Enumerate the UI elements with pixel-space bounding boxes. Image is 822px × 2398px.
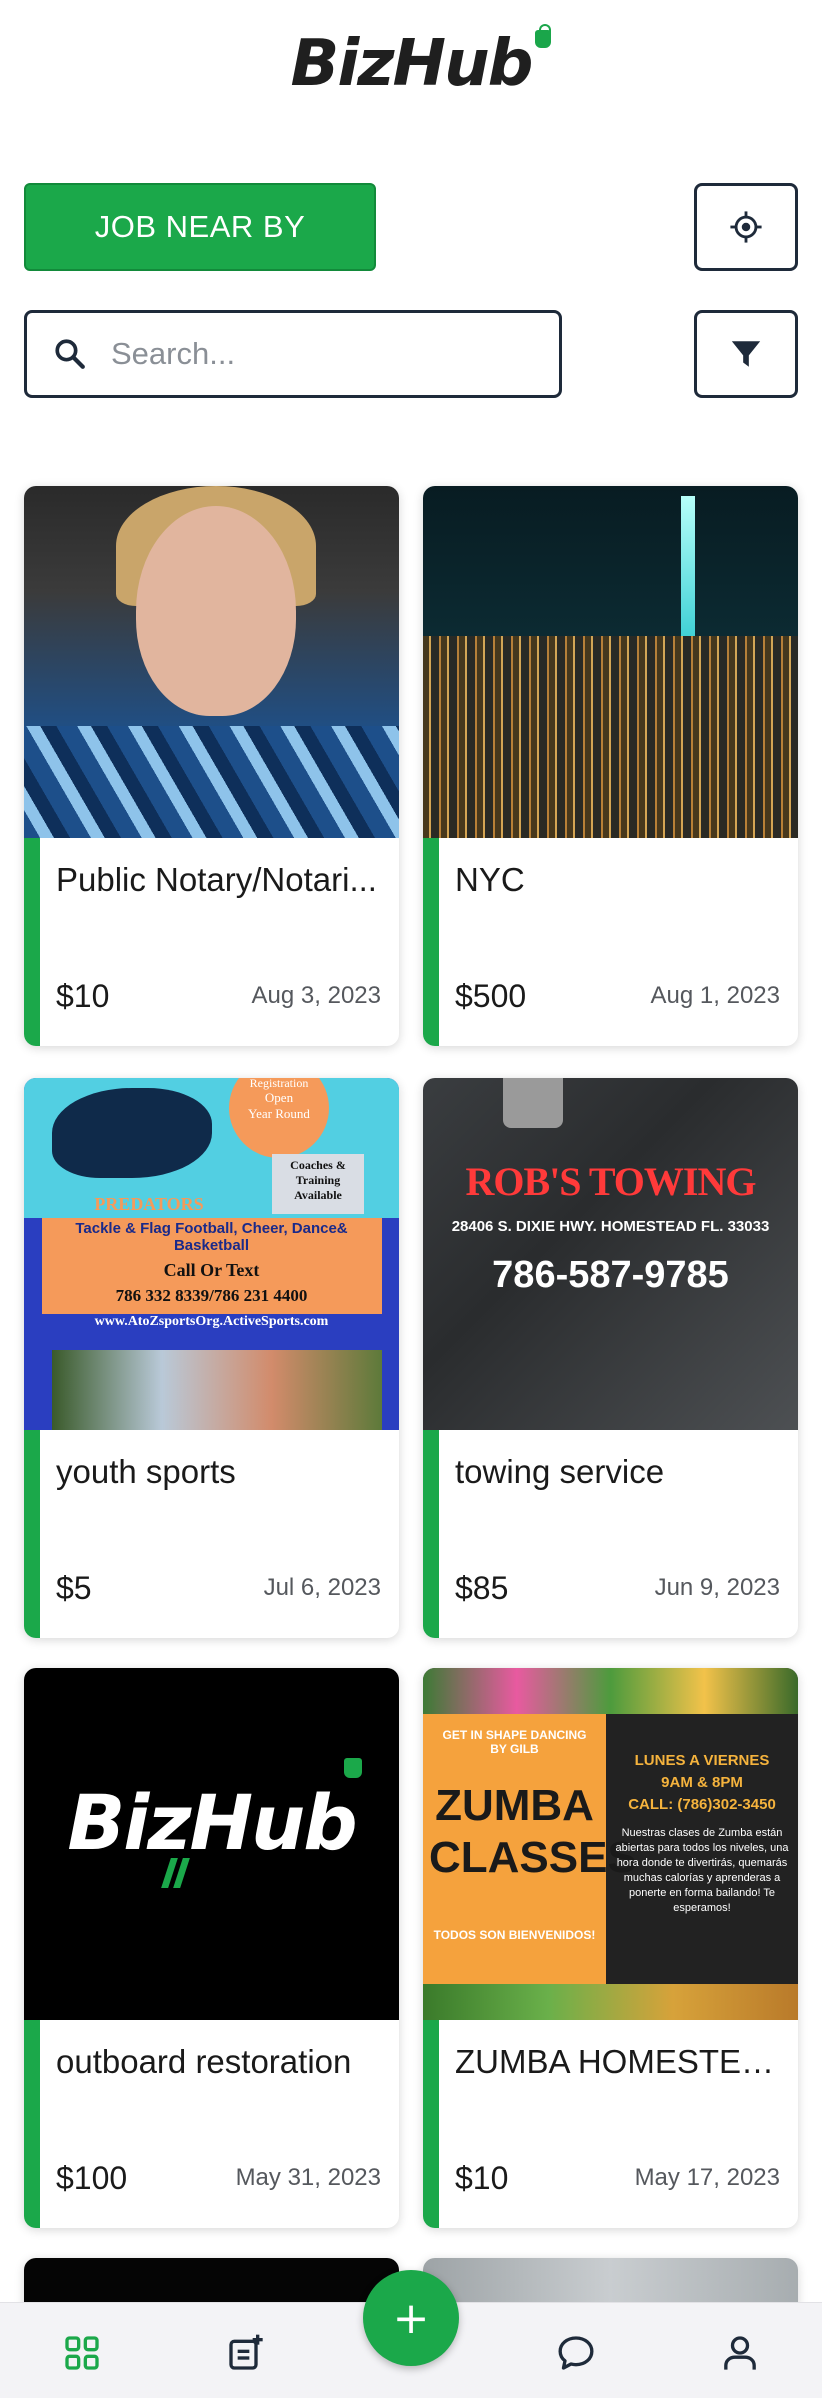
listing-card[interactable]: BizHub outboard restoration $100 May 31,…: [24, 1668, 399, 2228]
listing-image: BizHub: [24, 1668, 399, 2020]
search-input[interactable]: [111, 336, 531, 372]
listing-image: [24, 486, 399, 838]
add-icon: +: [392, 2292, 430, 2344]
post-icon: [229, 2334, 263, 2370]
search-icon: [55, 339, 85, 369]
listing-title: outboard restoration: [56, 2043, 352, 2080]
listing-title: Public Notary/Notari...: [56, 861, 377, 898]
listing-price: $10: [455, 2160, 509, 2196]
locate-button[interactable]: [694, 183, 798, 271]
listing-price: $5: [56, 1570, 92, 1606]
nav-posts[interactable]: [222, 2329, 270, 2377]
listing-image: Registration Open Year Round PREDATORS C…: [24, 1078, 399, 1430]
accent-bar: [24, 2020, 40, 2228]
listing-image: GET IN SHAPE DANCING BY GILB ZUMBA CLASS…: [423, 1668, 798, 2020]
listing-image: [423, 486, 798, 838]
listing-card[interactable]: GET IN SHAPE DANCING BY GILB ZUMBA CLASS…: [423, 1668, 798, 2228]
listing-title: youth sports: [56, 1453, 236, 1490]
crosshair-icon: [730, 211, 762, 243]
nav-home[interactable]: [58, 2329, 106, 2377]
chat-icon: [558, 2336, 594, 2370]
listing-price: $85: [455, 1570, 509, 1606]
listing-title: ZUMBA HOMESTEAD: [455, 2043, 785, 2080]
grid-icon: [65, 2336, 99, 2370]
listing-date: May 17, 2023: [634, 2164, 780, 2191]
listing-card[interactable]: ROB'S TOWING 28406 S. DIXIE HWY. HOMESTE…: [423, 1078, 798, 1638]
listing-card[interactable]: Registration Open Year Round PREDATORS C…: [24, 1078, 399, 1638]
accent-bar: [423, 838, 439, 1046]
listing-date: May 31, 2023: [235, 2164, 381, 2191]
accent-bar: [24, 838, 40, 1046]
filter-button[interactable]: [694, 310, 798, 398]
listing-date: Jul 6, 2023: [263, 1574, 381, 1601]
listing-date: Jun 9, 2023: [654, 1574, 780, 1601]
accent-bar: [423, 1430, 439, 1638]
nav-profile[interactable]: [716, 2329, 764, 2377]
listing-title: towing service: [455, 1453, 665, 1490]
logo-wordmark: BizHub: [291, 22, 552, 106]
listing-card[interactable]: Public Notary/Notari... $10 Aug 3, 2023: [24, 486, 399, 1046]
listing-price: $100: [56, 2160, 128, 2196]
listing-card[interactable]: NYC $500 Aug 1, 2023: [423, 486, 798, 1046]
accent-bar: [24, 1430, 40, 1638]
profile-icon: [724, 2336, 756, 2370]
listing-image: ROB'S TOWING 28406 S. DIXIE HWY. HOMESTE…: [423, 1078, 798, 1430]
listing-title: NYC: [455, 861, 525, 898]
add-listing-button[interactable]: +: [363, 2270, 459, 2366]
shopping-bag-icon: [535, 24, 552, 48]
filter-icon: [731, 341, 761, 367]
app-logo: BizHub: [0, 22, 822, 106]
nav-chat[interactable]: [552, 2329, 600, 2377]
listing-price: $10: [56, 978, 110, 1014]
listing-price: $500: [455, 978, 527, 1014]
accent-bar: [423, 2020, 439, 2228]
listing-date: Aug 3, 2023: [251, 982, 381, 1009]
job-near-by-button[interactable]: JOB NEAR BY: [24, 183, 376, 271]
listing-date: Aug 1, 2023: [650, 982, 780, 1009]
search-box[interactable]: [24, 310, 562, 398]
